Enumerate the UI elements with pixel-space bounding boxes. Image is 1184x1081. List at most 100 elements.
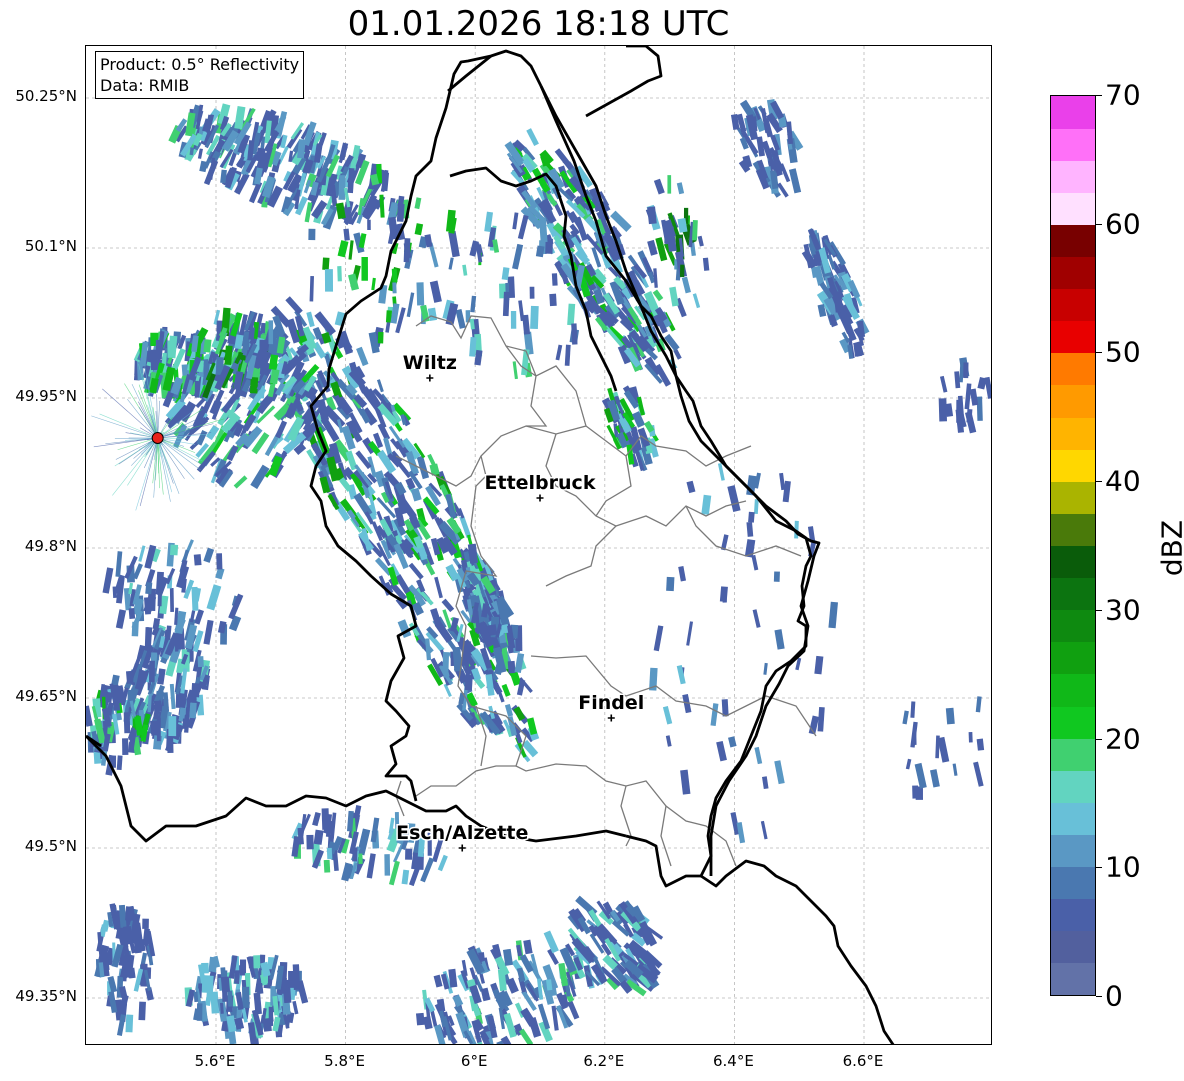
echo-cell (567, 1000, 580, 1020)
echo-cell (131, 621, 139, 637)
radar-map[interactable]: Wiltz Ettelbruck Findel Esch/Alzette (85, 45, 992, 1045)
echo-cell (969, 388, 979, 406)
echo-cell (549, 293, 557, 307)
echo-cell (145, 582, 153, 595)
echo-cell (679, 264, 685, 278)
echo-cell (125, 906, 134, 921)
echo-cell (535, 245, 545, 258)
echo-cell (308, 228, 316, 241)
echo-cell (391, 268, 398, 283)
echo-cell (828, 601, 838, 629)
echo-cell (681, 276, 691, 294)
echo-cell (701, 494, 712, 515)
echo-cell (727, 485, 741, 513)
echo-cell (938, 398, 948, 422)
colorbar-segment (1051, 384, 1095, 418)
colorbar-tick-label: 70 (1105, 78, 1141, 112)
echo-cell (814, 655, 824, 675)
echo-cell (462, 264, 468, 276)
echo-cell (414, 197, 422, 210)
echo-cell (722, 590, 727, 603)
echo-cell (268, 1006, 273, 1026)
colorbar-tick (1096, 610, 1102, 611)
colorbar-segment (1051, 962, 1095, 996)
echo-cell (930, 769, 940, 788)
lat-tick-label: 49.35°N (15, 987, 77, 1005)
echo-cell (443, 683, 452, 697)
echo-cell (448, 230, 460, 258)
colorbar-segment (1051, 256, 1095, 290)
echo-cell (902, 710, 909, 725)
echo-cell (567, 303, 576, 326)
city-marker (458, 844, 466, 852)
colorbar-tick-label: 0 (1105, 979, 1123, 1013)
echo-cell (937, 736, 950, 763)
echo-cell (376, 379, 384, 393)
echo-cell (519, 1028, 534, 1044)
colorbar-tick (1096, 481, 1102, 482)
echo-cell (292, 1000, 299, 1015)
lat-tick-label: 49.5°N (24, 837, 77, 855)
echo-cell (324, 269, 334, 292)
radar-map-canvas: Wiltz Ettelbruck Findel Esch/Alzette (86, 46, 991, 1044)
echo-cell (224, 345, 233, 366)
echo-cell (442, 652, 450, 672)
echo-cell (338, 175, 346, 200)
echo-cell (466, 534, 473, 546)
echo-cell (455, 309, 466, 329)
echo-cell (968, 731, 973, 743)
colorbar-segment (1051, 641, 1095, 675)
echo-cell (323, 859, 331, 873)
lon-tick-label: 5.6°E (194, 1052, 236, 1070)
echo-cell (973, 761, 984, 787)
product-info-box: Product: 0.5° Reflectivity Data: RMIB (95, 51, 305, 99)
echo-cell (523, 939, 533, 955)
echo-cell (555, 344, 563, 361)
lon-tick-label: 6.4°E (712, 1052, 754, 1070)
colorbar-segment (1051, 320, 1095, 354)
echo-cell (774, 760, 785, 785)
echo-cell (182, 718, 188, 730)
country-borders (86, 46, 895, 1044)
colorbar-tick (1096, 867, 1102, 868)
echo-cell (285, 296, 303, 315)
city-label: Wiltz (403, 352, 457, 374)
echo-cell (910, 721, 918, 748)
colorbar-segment (1051, 930, 1095, 964)
echo-cell (686, 480, 696, 494)
canton-border (595, 455, 632, 517)
city-label: Ettelbruck (485, 472, 596, 494)
echo-cell (169, 544, 179, 556)
echo-cell (954, 371, 961, 389)
echo-cell (773, 571, 780, 582)
echo-cell (910, 701, 916, 718)
echo-cell (817, 707, 825, 732)
echo-cell (945, 707, 955, 725)
echo-cell (437, 854, 448, 872)
city-label: Esch/Alzette (396, 822, 528, 844)
echo-cell (203, 339, 212, 353)
lon-tick-label: 6.2°E (583, 1052, 625, 1070)
echo-cell (763, 662, 768, 675)
colorbar-tick (1096, 996, 1102, 997)
colorbar-segment (1051, 481, 1095, 514)
lat-tick-label: 49.65°N (15, 687, 77, 705)
echo-cell (429, 280, 442, 303)
echo-cell (963, 362, 969, 379)
echo-cell (464, 674, 473, 691)
echo-cell (144, 597, 151, 615)
canton-border (395, 315, 587, 487)
echo-cell (304, 202, 313, 223)
echo-cell (221, 979, 228, 1002)
canton-border (545, 433, 618, 587)
colorbar-segment (1051, 128, 1095, 161)
echo-cell (197, 656, 204, 668)
colorbar-segment (1051, 609, 1095, 643)
echo-cell (361, 257, 368, 281)
echo-cell (201, 962, 209, 974)
echo-cell (153, 700, 162, 712)
echo-cell (669, 286, 679, 307)
lon-tick-label: 6°E (460, 1052, 488, 1070)
radar-site-marker (151, 432, 164, 444)
border-east-a (585, 46, 663, 118)
